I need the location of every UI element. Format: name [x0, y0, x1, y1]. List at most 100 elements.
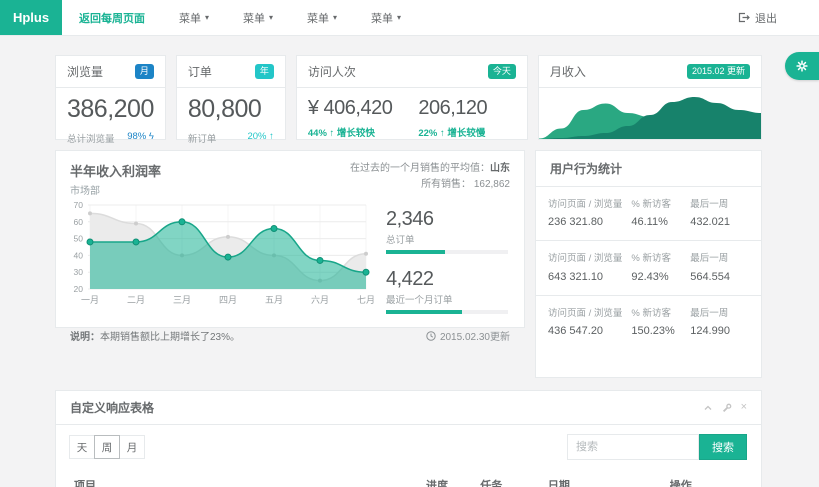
arrow-up-icon: ↑	[440, 128, 445, 139]
new-visitors-value: 46.11%	[631, 216, 690, 228]
clock-icon	[426, 331, 436, 341]
nav-home-link[interactable]: 返回每周页面	[62, 0, 162, 35]
col-date: 日期	[544, 470, 666, 487]
tab-day[interactable]: 天	[69, 435, 95, 459]
svg-text:三月: 三月	[173, 295, 191, 305]
logout-button[interactable]: 退出	[738, 0, 819, 35]
svg-text:50: 50	[74, 234, 84, 244]
svg-text:五月: 五月	[265, 295, 283, 305]
arrow-up-icon: ↑	[330, 128, 335, 139]
user-stats-title: 用户行为统计	[536, 151, 761, 187]
card-orders: 订单 年 80,800 新订单 20% ↑	[176, 55, 286, 140]
nav-menu-3-label: 菜单	[307, 10, 329, 26]
responsive-table-panel: 自定义响应表格 × 天 周 月	[55, 390, 762, 487]
pageviews-sublabel: 总计浏览量	[67, 131, 115, 145]
visits-percent-2: 22%	[418, 128, 437, 139]
nav-menu-4[interactable]: 菜单 ▾	[354, 0, 418, 35]
badge-month: 月	[135, 64, 154, 79]
last-week-label: 最后一周	[690, 198, 749, 212]
sign-out-icon	[738, 12, 750, 23]
card-monthly-income: 月收入 2015.02 更新	[538, 55, 762, 140]
orders-value: 80,800	[188, 96, 274, 124]
caret-down-icon: ▾	[269, 14, 273, 22]
new-visitors-value: 150.23%	[631, 325, 690, 337]
all-sales-value: 162,862	[474, 179, 510, 190]
svg-text:40: 40	[74, 250, 84, 260]
total-orders-progressbar	[386, 250, 508, 254]
total-orders-label: 总订单	[386, 232, 508, 246]
pageviews-value: 386,200	[67, 96, 154, 124]
table-panel-title: 自定义响应表格	[70, 399, 154, 416]
note-label: 说明：	[70, 332, 100, 343]
nav-menu-2[interactable]: 菜单 ▾	[226, 0, 290, 35]
total-orders-value: 2,346	[386, 207, 508, 231]
col-project: 项目	[70, 470, 422, 487]
gear-icon	[795, 59, 809, 73]
tab-week[interactable]: 周	[94, 435, 120, 459]
settings-gear-button[interactable]	[785, 52, 819, 80]
new-visitors-label: % 新访客	[631, 252, 690, 266]
visits-group-1: ¥ 406,420 44% ↑ 增长较快	[308, 96, 392, 139]
card-visits-title: 访问人次	[308, 63, 356, 80]
nav-menu-2-label: 菜单	[243, 10, 265, 26]
wrench-icon[interactable]	[722, 403, 732, 413]
logout-label: 退出	[755, 10, 777, 26]
user-stats-row-1: 访问页面 / 浏览量 236 321.80 % 新访客 46.11% 最后一周 …	[536, 187, 761, 241]
svg-text:60: 60	[74, 217, 84, 227]
monthly-income-chart	[539, 88, 761, 140]
user-stats-row-2: 访问页面 / 浏览量 643 321.10 % 新访客 92.43% 最后一周 …	[536, 241, 761, 295]
pageviews-percent: 98%	[127, 131, 146, 142]
tab-month[interactable]: 月	[119, 435, 145, 459]
visits-group-2: 206,120 22% ↑ 增长较慢	[418, 96, 487, 139]
last-week-value: 432.021	[690, 216, 749, 228]
visits-note-1: 增长较快	[337, 128, 375, 139]
svg-text:四月: 四月	[219, 295, 237, 305]
svg-text:20: 20	[74, 284, 84, 294]
last-week-value: 564.554	[690, 271, 749, 283]
pages-views-label: 访问页面 / 浏览量	[548, 198, 627, 212]
svg-text:七月: 七月	[357, 295, 374, 305]
bolt-icon: ϟ	[149, 131, 154, 142]
caret-down-icon: ▾	[333, 14, 337, 22]
svg-text:二月: 二月	[127, 295, 145, 305]
user-stats-panel: 用户行为统计 访问页面 / 浏览量 236 321.80 % 新访客 46.11…	[535, 150, 762, 378]
profit-chart-panel: 半年收入利润率 市场部 在过去的一个月销售的平均值：山东 所有销售： 162,8…	[55, 150, 525, 328]
orders-sublabel: 新订单	[188, 131, 217, 145]
search-button[interactable]: 搜索	[699, 434, 747, 460]
profit-panel-subtitle: 市场部	[70, 182, 161, 197]
nav-menu-1[interactable]: 菜单 ▾	[162, 0, 226, 35]
svg-text:六月: 六月	[311, 294, 329, 305]
pages-views-value: 236 321.80	[548, 216, 627, 228]
projects-table: 项目 进度 任务 日期 操作 米莫说 | MiMO Show	[70, 470, 747, 487]
avg-sales-value: 山东	[490, 163, 510, 174]
month-orders-value: 4,422	[386, 267, 508, 291]
pages-views-value: 643 321.10	[548, 271, 627, 283]
nav-menu-1-label: 菜单	[179, 10, 201, 26]
collapse-icon[interactable]	[703, 404, 713, 412]
badge-today: 今天	[488, 64, 516, 79]
month-orders-progressbar	[386, 310, 508, 314]
new-visitors-value: 92.43%	[631, 271, 690, 283]
caret-down-icon: ▾	[397, 14, 401, 22]
search-input[interactable]	[567, 434, 699, 460]
note-text: 本期销售额比上期增长了23%。	[100, 332, 240, 343]
badge-year: 年	[255, 64, 274, 79]
new-visitors-label: % 新访客	[631, 198, 690, 212]
caret-down-icon: ▾	[205, 14, 209, 22]
stat-cards-row: 浏览量 月 386,200 总计浏览量 98% ϟ 订单 年 80,800	[55, 55, 762, 140]
svg-text:30: 30	[74, 267, 84, 277]
app-logo[interactable]: Hplus	[0, 0, 62, 35]
profit-line-chart: 一月二月三月四月五月六月七月203040506070	[62, 197, 374, 327]
avg-sales-label: 在过去的一个月销售的平均值：	[350, 163, 490, 174]
visits-percent-1: 44%	[308, 128, 327, 139]
card-income-title: 月收入	[550, 63, 586, 80]
col-progress: 进度	[422, 470, 476, 487]
col-task: 任务	[476, 470, 544, 487]
nav-menu-3[interactable]: 菜单 ▾	[290, 0, 354, 35]
last-week-value: 124.990	[690, 325, 749, 337]
nav-menu-4-label: 菜单	[371, 10, 393, 26]
card-orders-title: 订单	[188, 63, 212, 80]
close-icon[interactable]: ×	[741, 402, 747, 413]
orders-percent: 20%	[247, 131, 266, 142]
svg-text:一月: 一月	[81, 295, 99, 305]
